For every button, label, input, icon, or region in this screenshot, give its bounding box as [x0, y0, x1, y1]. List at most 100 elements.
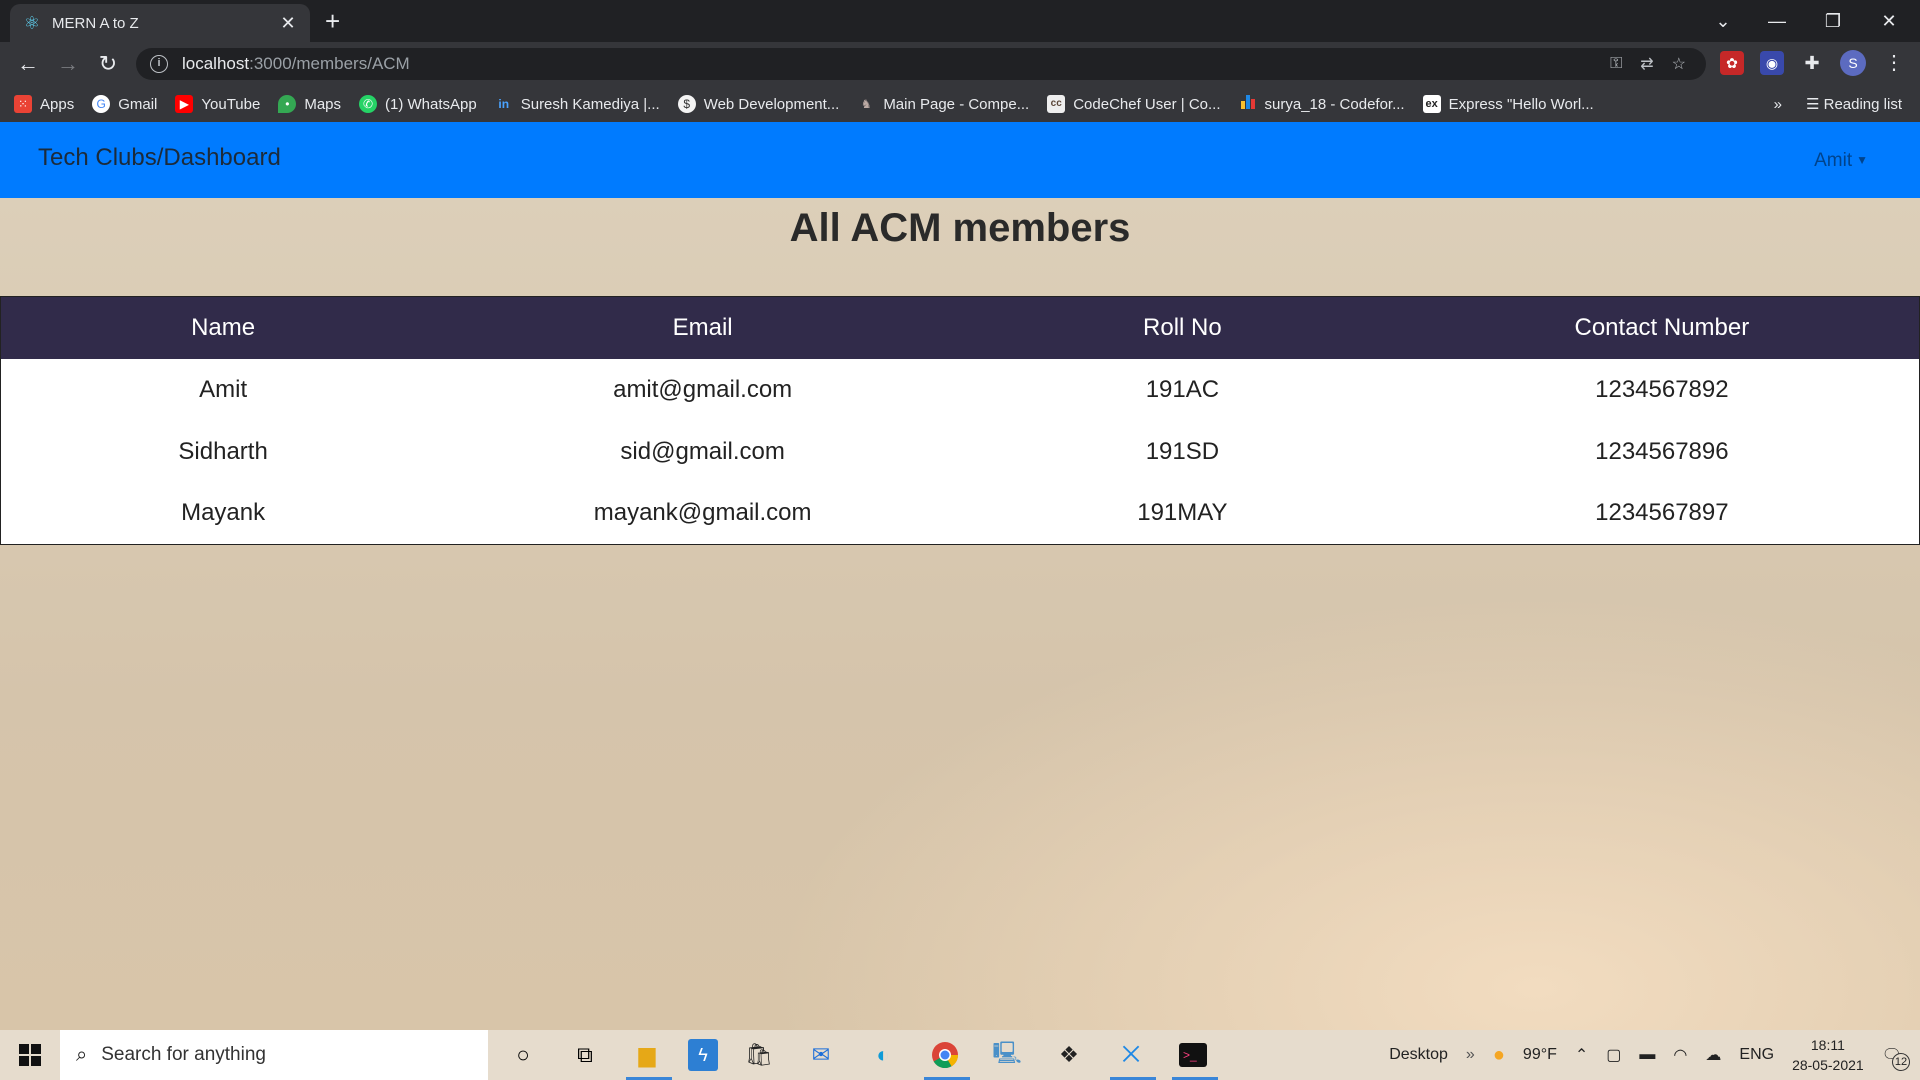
bookmark-label: Suresh Kamediya |... [520, 95, 660, 113]
user-dropdown[interactable]: Amit ▼ [1814, 150, 1868, 172]
onedrive-cloud-icon[interactable]: ☁ [1705, 1045, 1721, 1065]
column-header-email: Email [445, 296, 961, 359]
search-icon: ⌕ [76, 1043, 88, 1066]
taskbar-search-placeholder: Search for anything [101, 1044, 266, 1065]
weather-temperature[interactable]: 99°F [1523, 1046, 1557, 1064]
mail-icon[interactable]: ✉ [800, 1034, 842, 1076]
extension-blue-icon[interactable]: ◉ [1760, 51, 1784, 75]
windows-taskbar: ⌕ Search for anything ○ ⧉ ▆ ϟ 🛍 ✉ ◐ 🖳 ❖ … [0, 1030, 1920, 1080]
tab-title: MERN A to Z [52, 14, 139, 32]
chrome-icon[interactable] [924, 1034, 970, 1080]
reading-list-button[interactable]: ☰ Reading list [1806, 95, 1902, 113]
extensions-area: ✿ ◉ ✚ S ⋮ [1720, 50, 1906, 76]
bookmark-express[interactable]: ex Express "Hello Worl... [1422, 95, 1594, 113]
bookmarks-bar: ⁙ Apps G Gmail ▶ YouTube • Maps ✆ (1) WhatsAp… [0, 86, 1920, 122]
column-header-contact: Contact Number [1404, 296, 1920, 359]
restore-icon[interactable]: ❐ [1810, 0, 1856, 42]
bookmark-star-icon[interactable]: ☆ [1672, 54, 1686, 74]
google-icon: G [92, 95, 111, 113]
table-row: Sidharth sid@gmail.com 191SD 1234567896 [1, 421, 1920, 483]
site-info-icon[interactable]: i [150, 55, 168, 73]
bookmark-cp-algorithms[interactable]: ♞ Main Page - Compe... [857, 95, 1029, 113]
cell-contact: 1234567896 [1595, 437, 1729, 465]
minimize-icon[interactable]: — [1754, 0, 1800, 42]
cell-email: sid@gmail.com [620, 437, 785, 465]
bookmark-youtube[interactable]: ▶ YouTube [175, 95, 260, 113]
edge-icon[interactable]: ◐ [862, 1034, 904, 1076]
bookmark-web-development[interactable]: $ Web Development... [677, 95, 839, 113]
page-title: All ACM members [789, 206, 1131, 250]
vscode-icon[interactable]: ⨉ [1110, 1034, 1156, 1080]
table-row: Mayank mayank@gmail.com 191MAY 123456789… [1, 483, 1920, 545]
linkedin-icon: in [498, 97, 510, 111]
cell-contact: 1234567892 [1595, 375, 1729, 403]
extension-red-icon[interactable]: ✿ [1720, 51, 1744, 75]
bookmark-codechef[interactable]: cc CodeChef User | Co... [1047, 95, 1221, 113]
tab-search-icon[interactable]: ⌄ [1700, 0, 1746, 42]
bookmark-linkedin[interactable]: in Suresh Kamediya |... [495, 95, 660, 113]
start-button[interactable] [0, 1030, 60, 1080]
store-icon[interactable]: 🛍 [738, 1034, 780, 1076]
browser-tab[interactable]: ⚛ MERN A to Z ✕ [10, 4, 310, 42]
bookmark-whatsapp[interactable]: ✆ (1) WhatsApp [359, 95, 477, 113]
puzzle-icon[interactable]: ✚ [1800, 51, 1824, 75]
this-pc-icon[interactable]: 🖳 [986, 1034, 1028, 1076]
windows-logo-icon [19, 1044, 41, 1066]
caret-down-icon: ▼ [1856, 153, 1868, 167]
table-row: Amit amit@gmail.com 191AC 1234567892 [1, 359, 1920, 421]
codeforces-icon [1239, 95, 1257, 113]
cell-roll-no: 191MAY [1137, 499, 1228, 527]
more-bookmarks-icon[interactable]: » [1774, 96, 1782, 113]
key-icon[interactable]: ⚿ [1610, 55, 1622, 73]
bookmark-label: (1) WhatsApp [385, 95, 477, 113]
file-explorer-icon[interactable]: ▆ [626, 1034, 672, 1080]
profile-avatar[interactable]: S [1840, 50, 1866, 76]
reload-icon[interactable]: ↻ [94, 50, 122, 78]
task-view-icon[interactable]: ⧉ [564, 1034, 606, 1076]
menu-kebab-icon[interactable]: ⋮ [1882, 51, 1906, 75]
close-tab-icon[interactable]: ✕ [278, 13, 298, 34]
cell-name: Sidharth [178, 437, 268, 465]
navbar-brand[interactable]: Tech Clubs/Dashboard [38, 144, 281, 172]
bookmark-maps[interactable]: • Maps [278, 95, 341, 113]
cell-name: Mayank [181, 499, 266, 527]
codechef-icon: cc [1047, 95, 1066, 113]
dropbox-icon[interactable]: ❖ [1048, 1034, 1090, 1076]
page-content: All ACM members Name Email Roll No Conta… [0, 198, 1920, 1030]
bookmark-apps[interactable]: ⁙ Apps [14, 95, 74, 113]
close-window-icon[interactable]: ✕ [1866, 0, 1912, 42]
bookmark-label: Express "Hello Worl... [1448, 95, 1594, 113]
udemy-icon: $ [677, 95, 696, 113]
cell-roll-no: 191AC [1145, 375, 1220, 403]
bookmark-label: Main Page - Compe... [883, 95, 1030, 113]
url-host: localhost [182, 54, 250, 73]
clock-time: 18:11 [1810, 1037, 1845, 1053]
back-icon[interactable]: ← [14, 50, 42, 78]
device-icon[interactable]: ▢ [1606, 1045, 1621, 1065]
forward-icon[interactable]: → [54, 50, 82, 78]
new-tab-button[interactable]: + [325, 8, 340, 34]
address-bar[interactable]: i localhost:3000/members/ACM ⚿ ⇄ ☆ [136, 48, 1706, 80]
language-indicator[interactable]: ENG [1739, 1046, 1774, 1064]
desktop-toolbar-label[interactable]: Desktop [1389, 1046, 1448, 1064]
cortana-icon[interactable]: ○ [502, 1034, 544, 1076]
bookmark-label: YouTube [201, 95, 261, 113]
app-navbar: Tech Clubs/Dashboard Amit ▼ [0, 122, 1920, 198]
notification-center[interactable]: 🗨 12 [1882, 1045, 1910, 1071]
translate-icon[interactable]: ⇄ [1640, 54, 1653, 74]
bookmark-codeforces[interactable]: surya_18 - Codefor... [1239, 95, 1405, 113]
show-hidden-icons-icon[interactable]: ⌃ [1575, 1045, 1588, 1065]
members-table: Name Email Roll No Contact Number Amit a… [0, 296, 1920, 545]
system-clock[interactable]: 18:11 28-05-2021 [1792, 1035, 1864, 1075]
bookmark-gmail[interactable]: G Gmail [92, 95, 157, 113]
bookmark-label: CodeChef User | Co... [1073, 95, 1221, 113]
taskbar-search[interactable]: ⌕ Search for anything [60, 1030, 488, 1080]
apps-grid-icon: ⁙ [14, 95, 32, 113]
azure-app-icon[interactable]: ϟ [688, 1039, 718, 1071]
battery-icon[interactable]: ▬ [1639, 1046, 1655, 1064]
bookmark-label: Apps [40, 95, 75, 113]
wifi-icon[interactable]: ◠ [1673, 1045, 1687, 1065]
toolbar-expand-icon[interactable]: » [1466, 1046, 1475, 1064]
url-path: :3000/members/ACM [249, 54, 410, 73]
terminal-icon[interactable]: >_ [1172, 1034, 1218, 1080]
